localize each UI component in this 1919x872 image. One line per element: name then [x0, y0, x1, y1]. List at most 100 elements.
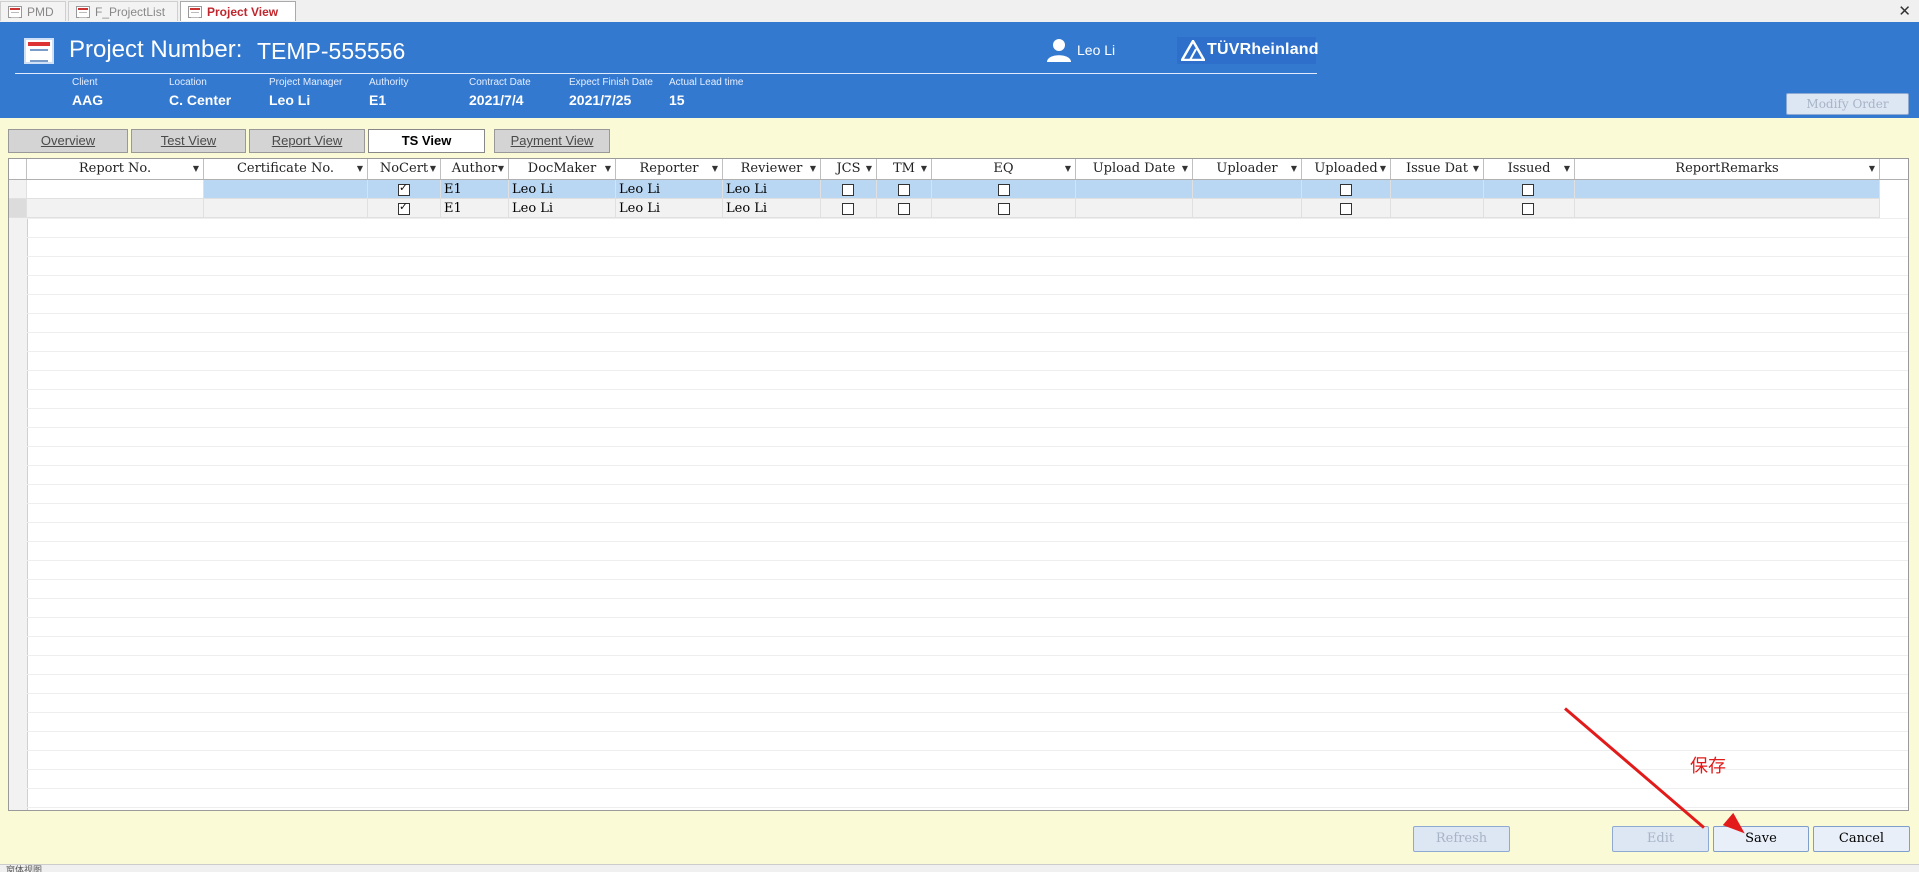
nocert-checkbox[interactable] [398, 182, 410, 196]
refresh-button[interactable]: Refresh [1413, 826, 1510, 852]
dropdown-arrow-icon[interactable]: ▼ [357, 159, 363, 179]
tab-test-view[interactable]: Test View [131, 129, 246, 153]
report-remarks-cell[interactable] [1575, 180, 1880, 199]
save-button[interactable]: Save [1713, 826, 1809, 852]
close-icon[interactable]: ✕ [1898, 2, 1911, 20]
column-header-nocert[interactable]: NoCert ▼ [368, 159, 441, 179]
grid-line [27, 256, 1908, 257]
dropdown-arrow-icon[interactable]: ▼ [712, 159, 718, 179]
cancel-button[interactable]: Cancel [1813, 826, 1910, 852]
column-header-issue-date[interactable]: Issue Dat ▼ [1391, 159, 1484, 179]
issued-checkbox[interactable] [1522, 203, 1534, 215]
issued-checkbox[interactable] [1522, 184, 1534, 196]
column-header-tm[interactable]: TM ▼ [877, 159, 932, 179]
dropdown-arrow-icon[interactable]: ▼ [1065, 159, 1071, 179]
tab-pmd[interactable]: PMD [0, 1, 66, 21]
column-header-reporter[interactable]: Reporter ▼ [616, 159, 723, 179]
column-header-label: Report No. [78, 161, 152, 176]
column-header-report-remarks[interactable]: ReportRemarks ▼ [1575, 159, 1880, 179]
column-header-upload-date[interactable]: Upload Date ▼ [1076, 159, 1193, 179]
jcs-checkbox[interactable] [842, 184, 854, 196]
ts-datasheet[interactable]: Report No. ▼ Certificate No. ▼ NoCert ▼ Aut… [8, 158, 1909, 811]
tab-ts-view[interactable]: TS View [368, 129, 485, 153]
tab-f-projectlist[interactable]: F_ProjectList [68, 1, 178, 21]
upload-date-cell[interactable] [1076, 199, 1193, 218]
column-header-reviewer[interactable]: Reviewer ▼ [723, 159, 821, 179]
reporter-cell[interactable]: Leo Li [616, 199, 723, 218]
nocert-checkbox[interactable] [398, 201, 410, 215]
issue-date-cell[interactable] [1391, 180, 1484, 199]
reviewer-cell[interactable]: Leo Li [723, 199, 821, 218]
project-manager-field: Project Manager Leo Li [269, 77, 342, 108]
tm-checkbox[interactable] [898, 203, 910, 215]
issue-date-cell[interactable] [1391, 199, 1484, 218]
field-value: E1 [369, 92, 387, 108]
dropdown-arrow-icon[interactable]: ▼ [1380, 159, 1386, 179]
docmaker-cell[interactable]: Leo Li [509, 180, 616, 199]
dropdown-arrow-icon[interactable]: ▼ [1869, 159, 1875, 179]
column-header-jcs[interactable]: JCS ▼ [821, 159, 877, 179]
dropdown-arrow-icon[interactable]: ▼ [1291, 159, 1297, 179]
uploaded-checkbox[interactable] [1340, 184, 1352, 196]
column-header-certificate-no[interactable]: Certificate No. ▼ [204, 159, 368, 179]
dropdown-arrow-icon[interactable]: ▼ [866, 159, 872, 179]
certificate-no-cell[interactable] [204, 199, 368, 218]
report-no-cell[interactable] [27, 199, 204, 218]
column-header-author[interactable]: Author ▼ [441, 159, 509, 179]
jcs-checkbox[interactable] [842, 203, 854, 215]
column-header-label: Reporter [639, 161, 699, 176]
docmaker-cell[interactable]: Leo Li [509, 199, 616, 218]
grid-line [27, 807, 1908, 808]
tab-overview[interactable]: Overview [8, 129, 128, 153]
edit-button[interactable]: Edit [1612, 826, 1709, 852]
column-header-select-all[interactable] [9, 159, 27, 179]
dropdown-arrow-icon[interactable]: ▼ [1473, 159, 1479, 179]
author-cell[interactable]: E1 [441, 199, 509, 218]
uploader-cell[interactable] [1193, 180, 1302, 199]
reporter-cell[interactable]: Leo Li [616, 180, 723, 199]
column-header-docmaker[interactable]: DocMaker ▼ [509, 159, 616, 179]
modify-order-button[interactable]: Modify Order [1786, 93, 1909, 115]
report-no-cell[interactable] [27, 180, 204, 199]
column-header-report-no[interactable]: Report No. ▼ [27, 159, 204, 179]
eq-checkbox[interactable] [998, 203, 1010, 215]
grid-line [27, 351, 1908, 352]
column-header-eq[interactable]: EQ ▼ [932, 159, 1076, 179]
column-header-uploaded[interactable]: Uploaded ▼ [1302, 159, 1391, 179]
report-remarks-cell[interactable] [1575, 199, 1880, 218]
grid-line [27, 484, 1908, 485]
tm-checkbox[interactable] [898, 184, 910, 196]
dropdown-arrow-icon[interactable]: ▼ [810, 159, 816, 179]
dropdown-arrow-icon[interactable]: ▼ [193, 159, 199, 179]
column-header-issued[interactable]: Issued ▼ [1484, 159, 1575, 179]
dropdown-arrow-icon[interactable]: ▼ [605, 159, 611, 179]
dropdown-arrow-icon[interactable]: ▼ [498, 159, 504, 179]
table-row[interactable]: E1 Leo Li Leo Li Leo Li [9, 199, 1908, 218]
dropdown-arrow-icon[interactable]: ▼ [1182, 159, 1188, 179]
eq-checkbox[interactable] [998, 184, 1010, 196]
record-selector-column[interactable] [9, 159, 28, 810]
uploader-cell[interactable] [1193, 199, 1302, 218]
tab-payment-view[interactable]: Payment View [494, 129, 610, 153]
grid-line [27, 541, 1908, 542]
grid-line [27, 332, 1908, 333]
tm-cell [877, 199, 932, 218]
form-icon [188, 6, 202, 18]
table-row[interactable]: E1 Leo Li Leo Li Leo Li [9, 180, 1908, 199]
column-header-label: TM [893, 161, 915, 176]
reviewer-cell[interactable]: Leo Li [723, 180, 821, 199]
record-selector[interactable] [9, 180, 27, 199]
certificate-no-cell[interactable] [204, 180, 368, 199]
grid-line [27, 598, 1908, 599]
dropdown-arrow-icon[interactable]: ▼ [1564, 159, 1570, 179]
dropdown-arrow-icon[interactable]: ▼ [430, 159, 436, 179]
author-cell[interactable]: E1 [441, 180, 509, 199]
column-header-uploader[interactable]: Uploader ▼ [1193, 159, 1302, 179]
tab-report-view[interactable]: Report View [249, 129, 365, 153]
tab-project-view[interactable]: Project View [180, 1, 296, 21]
dropdown-arrow-icon[interactable]: ▼ [921, 159, 927, 179]
column-header-label: EQ [993, 161, 1014, 176]
record-selector[interactable] [9, 199, 27, 218]
upload-date-cell[interactable] [1076, 180, 1193, 199]
uploaded-checkbox[interactable] [1340, 203, 1352, 215]
